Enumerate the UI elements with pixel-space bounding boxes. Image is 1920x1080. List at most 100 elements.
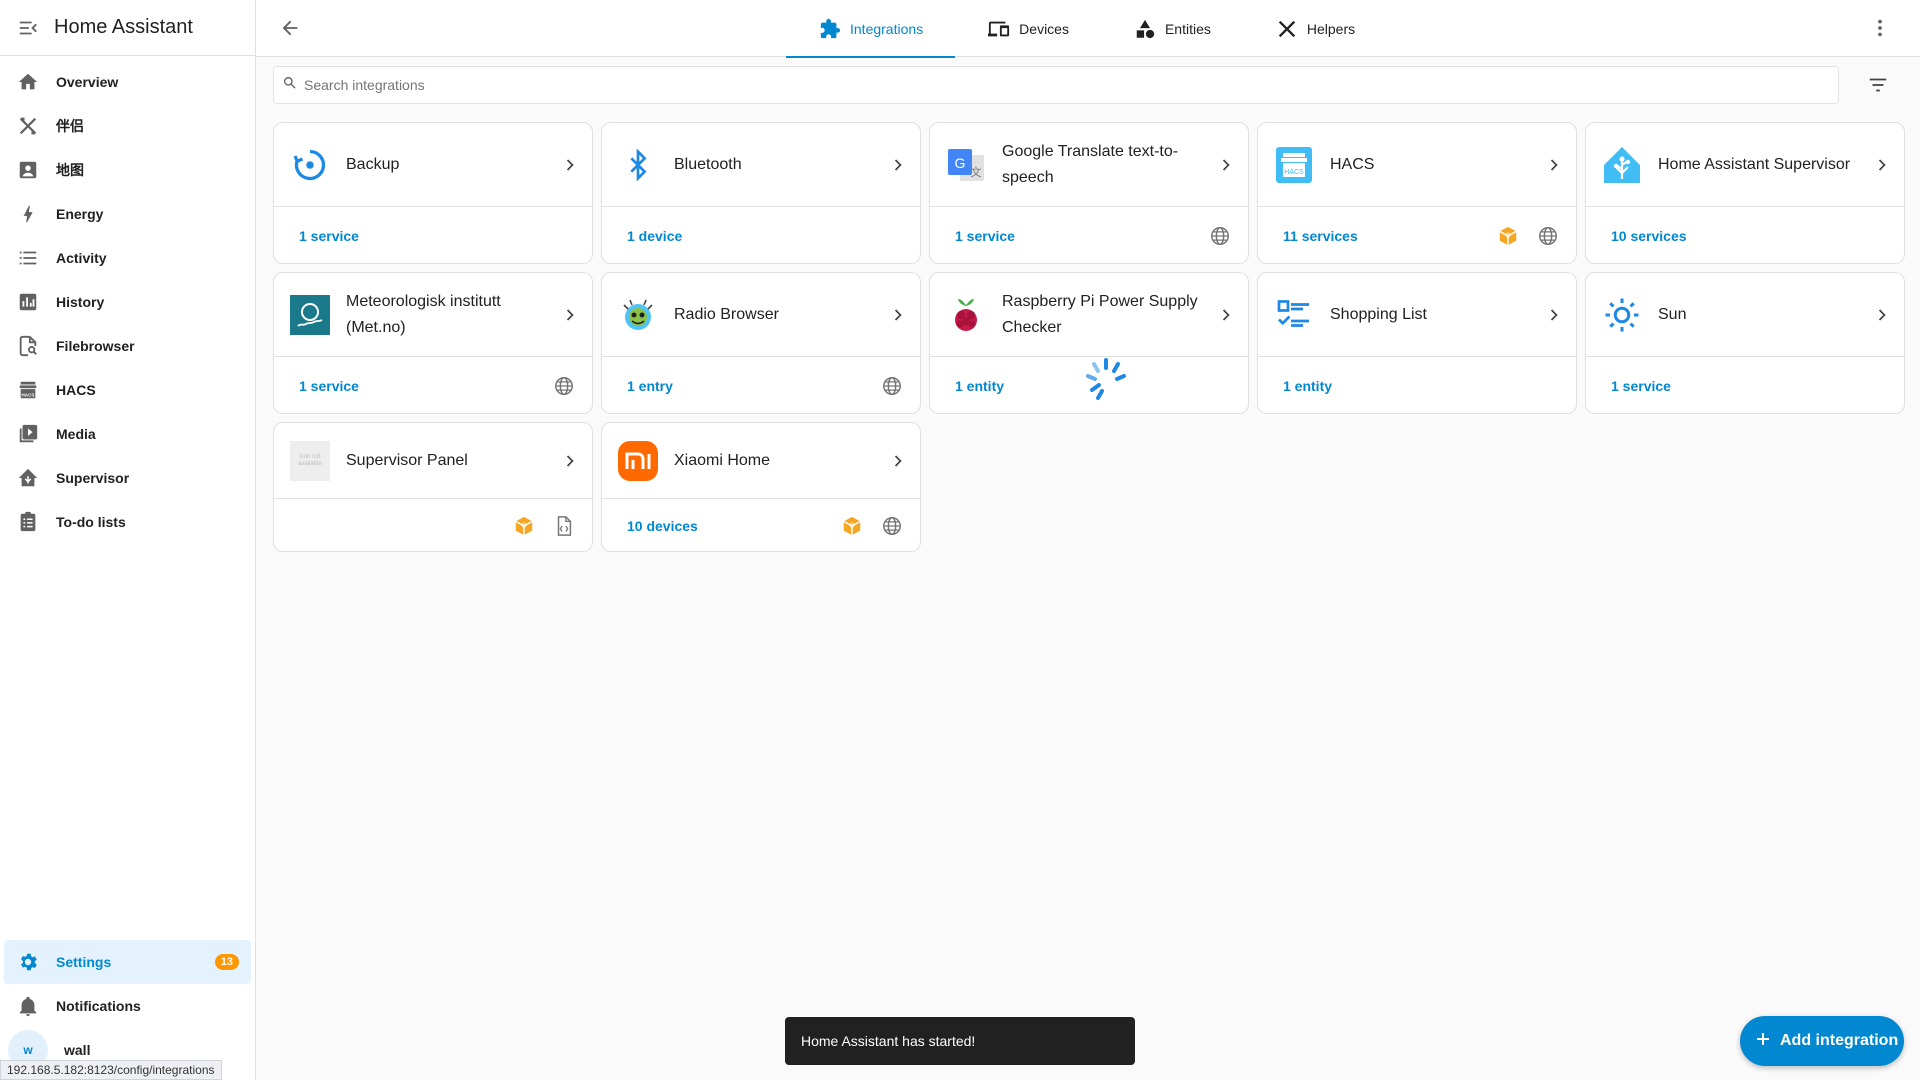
card-header[interactable]: G文 Google Translate text-to-speech (930, 123, 1248, 207)
tab-devices[interactable]: Devices (955, 0, 1101, 57)
sidebar-item-supervisor[interactable]: Supervisor (0, 456, 255, 500)
card-icons (1496, 224, 1560, 248)
devices-icon (987, 17, 1011, 41)
sidebar-item-media[interactable]: Media (0, 412, 255, 456)
add-integration-button[interactable]: Add integration (1740, 1016, 1904, 1066)
card-header[interactable]: Xiaomi Home (602, 423, 920, 499)
sidebar-item-label: 地图 (56, 162, 84, 178)
card-footer: 1 service (930, 207, 1248, 264)
sidebar-item-energy[interactable]: Energy (0, 192, 255, 236)
card-link[interactable]: 10 services (1611, 228, 1687, 244)
card-link[interactable]: 1 service (955, 228, 1015, 244)
status-bar-url: 192.168.5.182:8123/config/integrations (0, 1060, 222, 1080)
sidebar-item-notifications[interactable]: Notifications (0, 984, 255, 1028)
integration-card-bluetooth: Bluetooth 1 device (601, 122, 921, 264)
card-footer: 1 service (1586, 357, 1904, 414)
card-header[interactable]: Bluetooth (602, 123, 920, 207)
card-header[interactable]: Radio Browser (602, 273, 920, 357)
sidebar: Home Assistant Overview 伴侣 地图 Energy Act… (0, 0, 256, 1080)
sidebar-item-overview[interactable]: Overview (0, 60, 255, 104)
card-link[interactable]: 10 devices (627, 518, 698, 534)
card-title: Meteorologisk institutt (Met.no) (346, 292, 501, 336)
card-header[interactable]: Backup (274, 123, 592, 207)
card-footer: 1 entry (602, 357, 920, 414)
sun-logo-icon (1602, 295, 1642, 335)
card-title: Home Assistant Supervisor (1658, 155, 1851, 173)
card-link[interactable]: 1 entity (955, 378, 1004, 394)
chevron-right-icon (558, 449, 582, 473)
sidebar-item-label: Energy (56, 206, 104, 222)
chevron-right-icon (1214, 153, 1238, 177)
svg-text:文: 文 (971, 165, 982, 179)
card-header[interactable]: Sun (1586, 273, 1904, 357)
backup-logo-icon (290, 145, 330, 185)
card-icons (552, 374, 576, 398)
card-link[interactable]: 1 entry (627, 378, 673, 394)
sidebar-item-companion[interactable]: 伴侣 (0, 104, 255, 148)
sidebar-item-settings[interactable]: Settings 13 (4, 940, 251, 984)
shopping-list-logo-icon (1274, 295, 1314, 335)
search-bar (273, 66, 1839, 104)
card-header[interactable]: HACS HACS (1258, 123, 1576, 207)
tab-label: Devices (1019, 20, 1069, 37)
card-link[interactable]: 1 entity (1283, 378, 1332, 394)
shapes-icon (1133, 17, 1157, 41)
card-header[interactable]: Meteorologisk institutt (Met.no) (274, 273, 592, 357)
tab-integrations[interactable]: Integrations (786, 0, 956, 58)
integration-card-ha-supervisor: Home Assistant Supervisor 10 services (1585, 122, 1905, 264)
menu-icon[interactable] (16, 16, 40, 40)
tab-entities[interactable]: Entities (1101, 0, 1243, 57)
card-link[interactable]: 1 service (299, 228, 359, 244)
list-icon (16, 246, 40, 270)
placeholder-text: icon not available (298, 453, 322, 467)
card-header[interactable]: Home Assistant Supervisor (1586, 123, 1904, 207)
sidebar-item-hacs[interactable]: HACS HACS (0, 368, 255, 412)
custom-package-icon (512, 514, 536, 538)
card-header[interactable]: Shopping List (1258, 273, 1576, 357)
card-footer: 10 devices (602, 499, 920, 552)
card-icons (880, 374, 904, 398)
integration-card-backup: Backup 1 service (273, 122, 593, 264)
yaml-file-icon (552, 514, 576, 538)
sidebar-item-map[interactable]: 地图 (0, 148, 255, 192)
card-icons (840, 514, 904, 538)
card-header[interactable]: Raspberry Pi Power Supply Checker (930, 273, 1248, 357)
tab-helpers[interactable]: Helpers (1243, 0, 1387, 57)
sidebar-item-label: Supervisor (56, 470, 130, 486)
card-header[interactable]: icon not available Supervisor Panel (274, 423, 592, 499)
search-input[interactable] (304, 77, 1783, 93)
card-title: HACS (1330, 155, 1375, 173)
integration-card-radio-browser: Radio Browser 1 entry (601, 272, 921, 414)
hacs-icon: HACS (16, 378, 40, 402)
chevron-right-icon (558, 303, 582, 327)
globe-icon (1536, 224, 1560, 248)
sidebar-header: Home Assistant (0, 0, 255, 56)
chevron-right-icon (1214, 303, 1238, 327)
card-footer: 1 service (274, 207, 592, 264)
sidebar-item-history[interactable]: History (0, 280, 255, 324)
card-link[interactable]: 1 service (299, 378, 359, 394)
sidebar-item-todo[interactable]: To-do lists (0, 500, 255, 544)
svg-text:HACS: HACS (22, 392, 35, 397)
card-title: Bluetooth (674, 155, 742, 173)
sidebar-item-label: Activity (56, 250, 107, 266)
sidebar-item-label: HACS (56, 382, 96, 398)
sidebar-item-activity[interactable]: Activity (0, 236, 255, 280)
globe-icon (880, 374, 904, 398)
filter-icon[interactable] (1866, 73, 1890, 97)
integration-card-xiaomi-home: Xiaomi Home 10 devices (601, 422, 921, 552)
card-link[interactable]: 1 service (1611, 378, 1671, 394)
app-title: Home Assistant (54, 16, 193, 38)
home-assistant-logo-icon (1602, 145, 1642, 185)
chart-icon (16, 290, 40, 314)
toast-message: Home Assistant has started! (801, 1033, 976, 1049)
card-title: Xiaomi Home (674, 451, 771, 469)
sidebar-bottom: Settings 13 Notifications w wall (0, 940, 255, 1072)
card-link[interactable]: 1 device (627, 228, 682, 244)
overflow-menu-icon[interactable] (1868, 16, 1892, 40)
integration-card-hacs: HACS HACS 11 services (1257, 122, 1577, 264)
gear-icon (16, 950, 40, 974)
sidebar-item-filebrowser[interactable]: Filebrowser (0, 324, 255, 368)
back-arrow-icon[interactable] (278, 16, 302, 40)
card-link[interactable]: 11 services (1283, 228, 1358, 244)
